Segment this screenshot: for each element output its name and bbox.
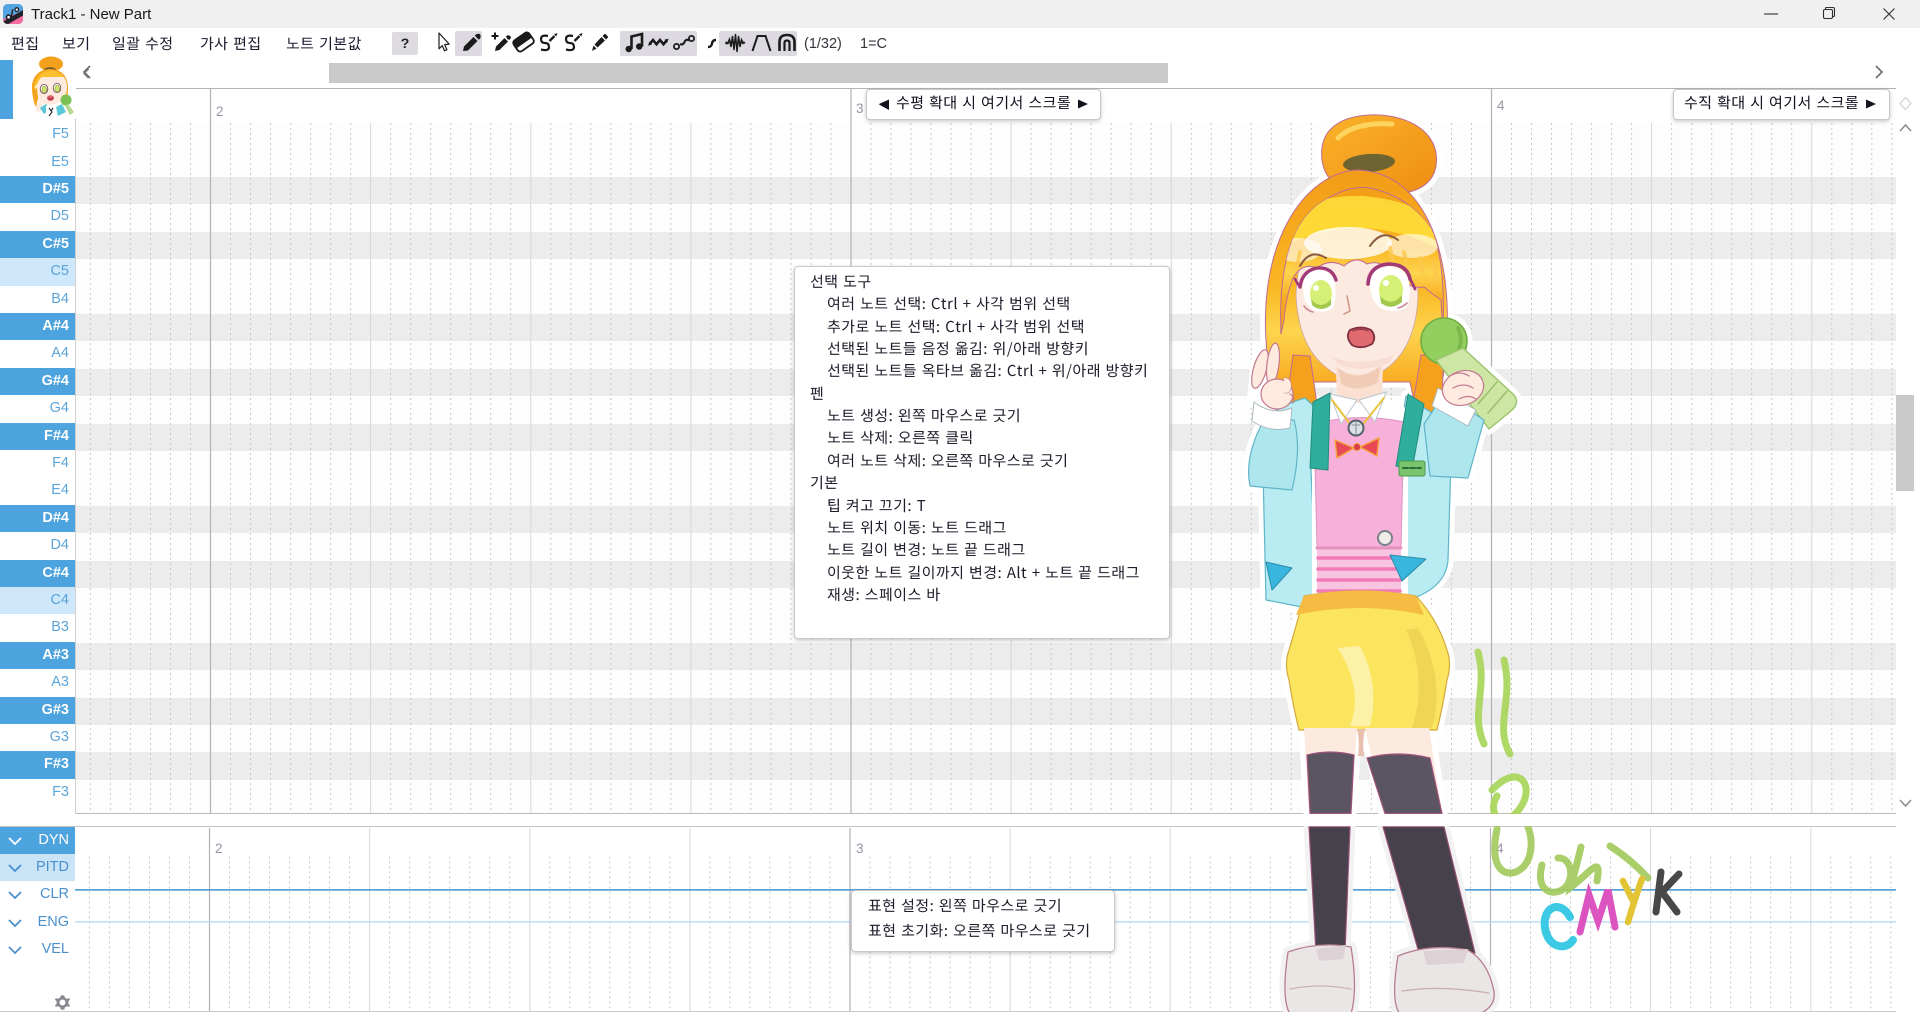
svg-text:2: 2: [216, 104, 224, 119]
svg-text:3: 3: [856, 101, 864, 116]
svg-text:2: 2: [215, 841, 223, 856]
svg-text:3: 3: [856, 841, 864, 856]
